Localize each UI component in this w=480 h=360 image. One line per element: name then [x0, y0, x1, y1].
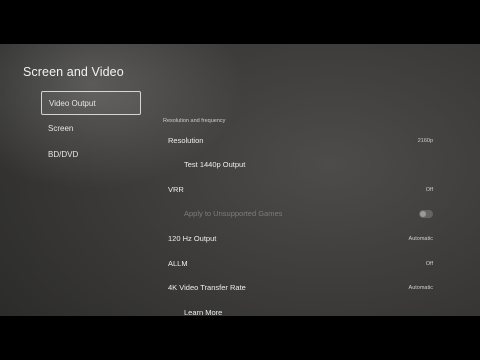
- apply-unsupported-games-toggle: [419, 210, 433, 218]
- resolution-value: 2160p: [417, 138, 433, 144]
- test-1440p-output-row[interactable]: Test 1440p Output: [163, 155, 435, 175]
- allm-value: Off: [425, 261, 433, 267]
- allm-row[interactable]: ALLM Off: [163, 254, 435, 274]
- vrr-label: VRR: [168, 185, 184, 194]
- learn-more-label: Learn More: [184, 308, 223, 316]
- 120hz-output-value: Automatic: [408, 236, 433, 242]
- vrr-row[interactable]: VRR Off: [163, 180, 435, 200]
- sidebar-item-bd-dvd[interactable]: BD/DVD: [41, 143, 141, 167]
- settings-screen: Screen and Video Video Output Screen BD/…: [0, 44, 480, 316]
- 4k-video-transfer-rate-row[interactable]: 4K Video Transfer Rate Automatic: [163, 278, 435, 298]
- learn-more-row[interactable]: Learn More: [163, 303, 435, 316]
- vrr-value: Off: [425, 187, 433, 193]
- sidebar-item-video-output[interactable]: Video Output: [41, 91, 141, 115]
- 120hz-output-row[interactable]: 120 Hz Output Automatic: [163, 229, 435, 249]
- toggle-knob: [420, 211, 426, 217]
- 4k-video-transfer-rate-label: 4K Video Transfer Rate: [168, 283, 246, 292]
- section-heading: Resolution and frequency: [163, 118, 226, 124]
- test-1440p-output-label: Test 1440p Output: [184, 160, 246, 169]
- sidebar-item-screen[interactable]: Screen: [41, 117, 141, 141]
- 120hz-output-label: 120 Hz Output: [168, 234, 217, 243]
- 4k-video-transfer-rate-value: Automatic: [408, 285, 433, 291]
- resolution-row[interactable]: Resolution 2160p: [163, 131, 435, 151]
- resolution-label: Resolution: [168, 136, 204, 145]
- apply-unsupported-games-label: Apply to Unsupported Games: [184, 209, 283, 218]
- allm-label: ALLM: [168, 259, 188, 268]
- page-title: Screen and Video: [23, 65, 124, 79]
- apply-unsupported-games-row: Apply to Unsupported Games: [163, 204, 435, 224]
